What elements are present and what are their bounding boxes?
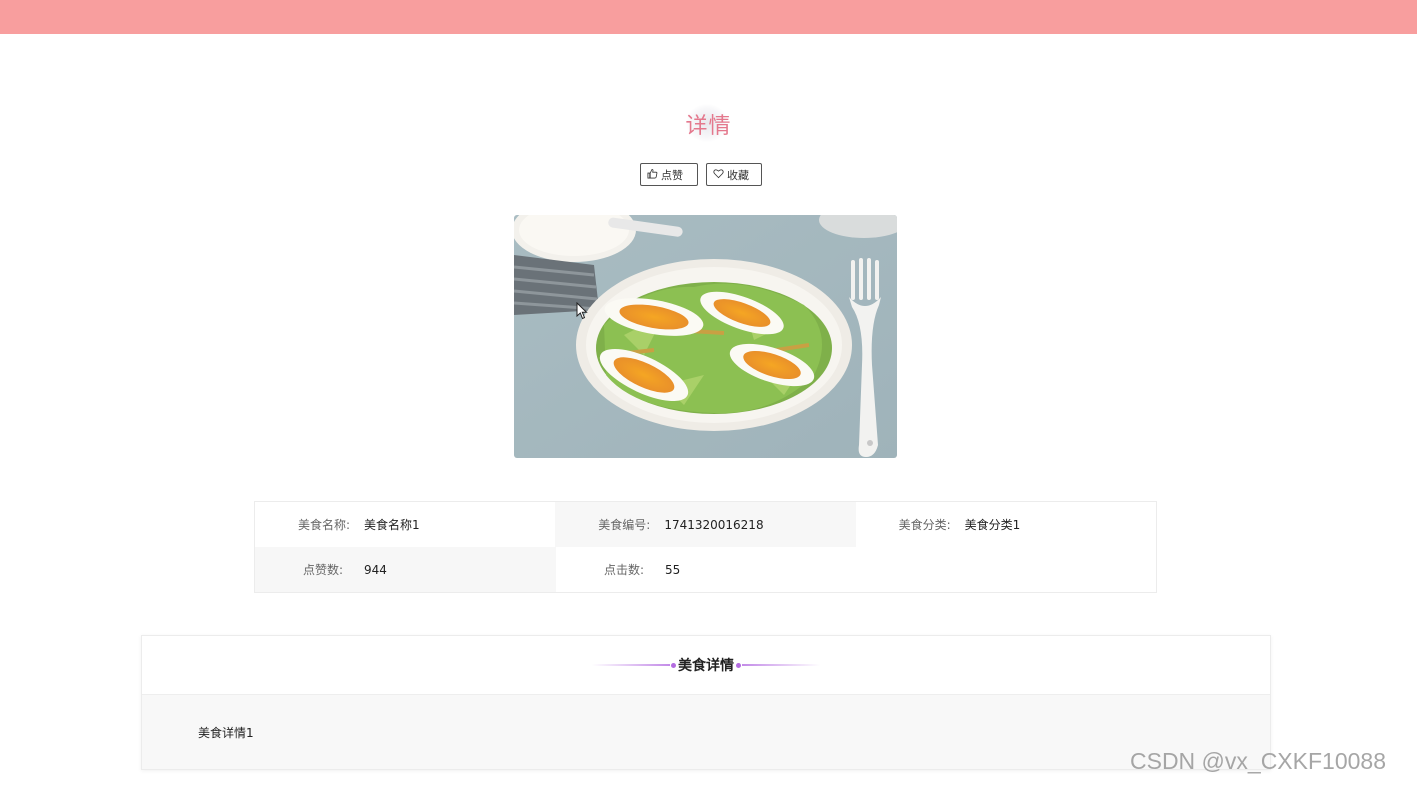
- info-row: 点赞数: 944 点击数: 55: [255, 547, 1156, 592]
- favorite-button-label: 收藏: [727, 168, 749, 182]
- info-value: 55: [665, 562, 681, 577]
- detail-content-text: 美食详情1: [198, 725, 254, 740]
- info-row: 美食名称: 美食名称1 美食编号: 1741320016218 美食分类: 美食…: [255, 502, 1156, 547]
- top-nav-bar: [0, 0, 1417, 34]
- decorative-line: [742, 664, 820, 666]
- info-value: 美食分类1: [964, 518, 1021, 532]
- detail-header: 美食详情: [142, 636, 1270, 695]
- action-buttons: 点赞 收藏: [640, 163, 762, 186]
- thumbs-up-icon: [647, 168, 658, 182]
- detail-title: 美食详情: [678, 658, 734, 674]
- food-detail-card: 美食详情 美食详情1: [141, 635, 1271, 770]
- info-value: 944: [364, 562, 387, 577]
- decorative-line: [592, 664, 670, 666]
- info-label: 点击数:: [603, 563, 644, 577]
- page-title: 详情: [685, 114, 732, 139]
- like-button-label: 点赞: [661, 168, 683, 182]
- decorative-dot: [736, 662, 741, 668]
- info-cell-food-name: 美食名称: 美食名称1: [255, 502, 555, 547]
- mouse-cursor-icon: [576, 302, 588, 320]
- info-value: 美食名称1: [364, 518, 420, 532]
- detail-content: 美食详情1: [142, 695, 1270, 769]
- info-label: 美食分类:: [898, 518, 951, 532]
- favorite-button[interactable]: 收藏: [706, 163, 762, 186]
- like-button[interactable]: 点赞: [640, 163, 698, 186]
- info-label: 美食名称:: [297, 518, 350, 532]
- decorative-dot: [671, 662, 676, 668]
- info-cell-food-category: 美食分类: 美食分类1: [856, 502, 1156, 547]
- watermark: CSDN @vx_CXKF10088: [1130, 748, 1386, 774]
- info-cell-food-id: 美食编号: 1741320016218: [555, 502, 856, 547]
- info-label: 美食编号:: [598, 518, 651, 532]
- info-cell-like-count: 点赞数: 944: [255, 547, 556, 592]
- food-image: [514, 215, 897, 458]
- info-cell-click-count: 点击数: 55: [556, 547, 857, 592]
- heart-icon: [713, 168, 724, 182]
- info-label: 点赞数:: [302, 563, 343, 577]
- info-value: 1741320016218: [664, 517, 764, 532]
- food-info-table: 美食名称: 美食名称1 美食编号: 1741320016218 美食分类: 美食…: [254, 501, 1157, 593]
